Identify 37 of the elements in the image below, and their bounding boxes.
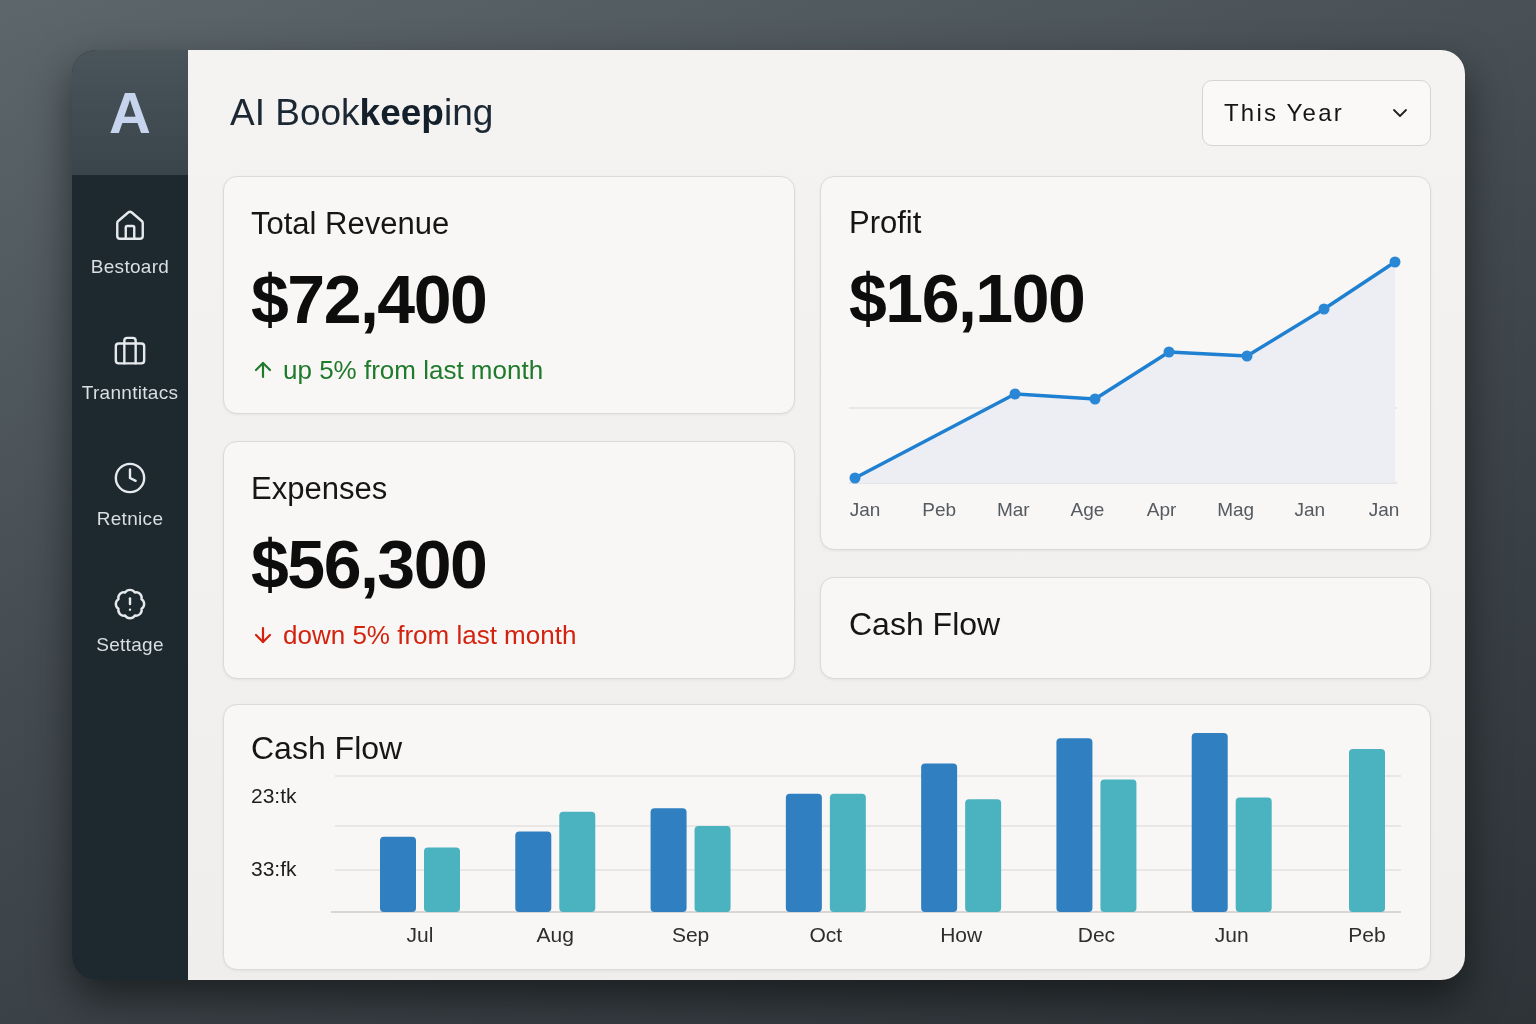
alert-badge-icon — [113, 587, 147, 621]
sidebar-item[interactable]: Retnice — [96, 461, 164, 530]
x-axis-label: Jul — [406, 922, 434, 946]
amount-value: $72,400 — [251, 262, 487, 336]
x-axis-label: Sep — [671, 922, 710, 946]
axis-label: Mar — [996, 499, 1030, 520]
card-title: Profit — [849, 204, 922, 241]
period-select[interactable]: This Year — [1202, 80, 1431, 146]
x-axis-label: How — [940, 922, 983, 946]
trend-text: down 5% from last month — [283, 620, 577, 650]
sidebar-item[interactable]: Settage — [96, 587, 164, 656]
axis-label: Jan — [1294, 499, 1326, 520]
x-axis-label: Aug — [536, 922, 574, 946]
axis-label: Jan — [849, 499, 881, 520]
house-icon — [113, 209, 147, 243]
axis-label: Mag — [1217, 499, 1255, 520]
axis-label: Jan — [1368, 499, 1400, 520]
trend-text: up 5% from last month — [283, 355, 544, 385]
app-title: AI Bookkeeping — [230, 91, 494, 135]
axis-label: Peb — [922, 499, 957, 520]
card-title: Expenses — [251, 470, 388, 507]
axis-label: Age — [1070, 499, 1105, 520]
axis-label: Apr — [1146, 499, 1177, 520]
clock-icon — [113, 461, 147, 495]
x-axis-label: Peb — [1348, 922, 1386, 946]
logo: A — [109, 83, 151, 142]
card-title: Cash Flow — [849, 605, 1001, 643]
card-title: Cash Flow — [251, 729, 403, 767]
sidebar-item[interactable]: Tranntitacs — [81, 335, 179, 404]
y-axis-label: 23:tk — [251, 783, 297, 807]
x-axis-label: Jun — [1214, 922, 1249, 946]
x-axis-label: Dec — [1077, 922, 1116, 946]
amount-value: $56,300 — [251, 527, 487, 601]
x-axis-label: Oct — [809, 922, 843, 946]
card-title: Total Revenue — [251, 205, 450, 242]
sidebar-item[interactable]: Bestoard — [90, 209, 170, 278]
y-axis-label: 33:fk — [251, 856, 297, 880]
